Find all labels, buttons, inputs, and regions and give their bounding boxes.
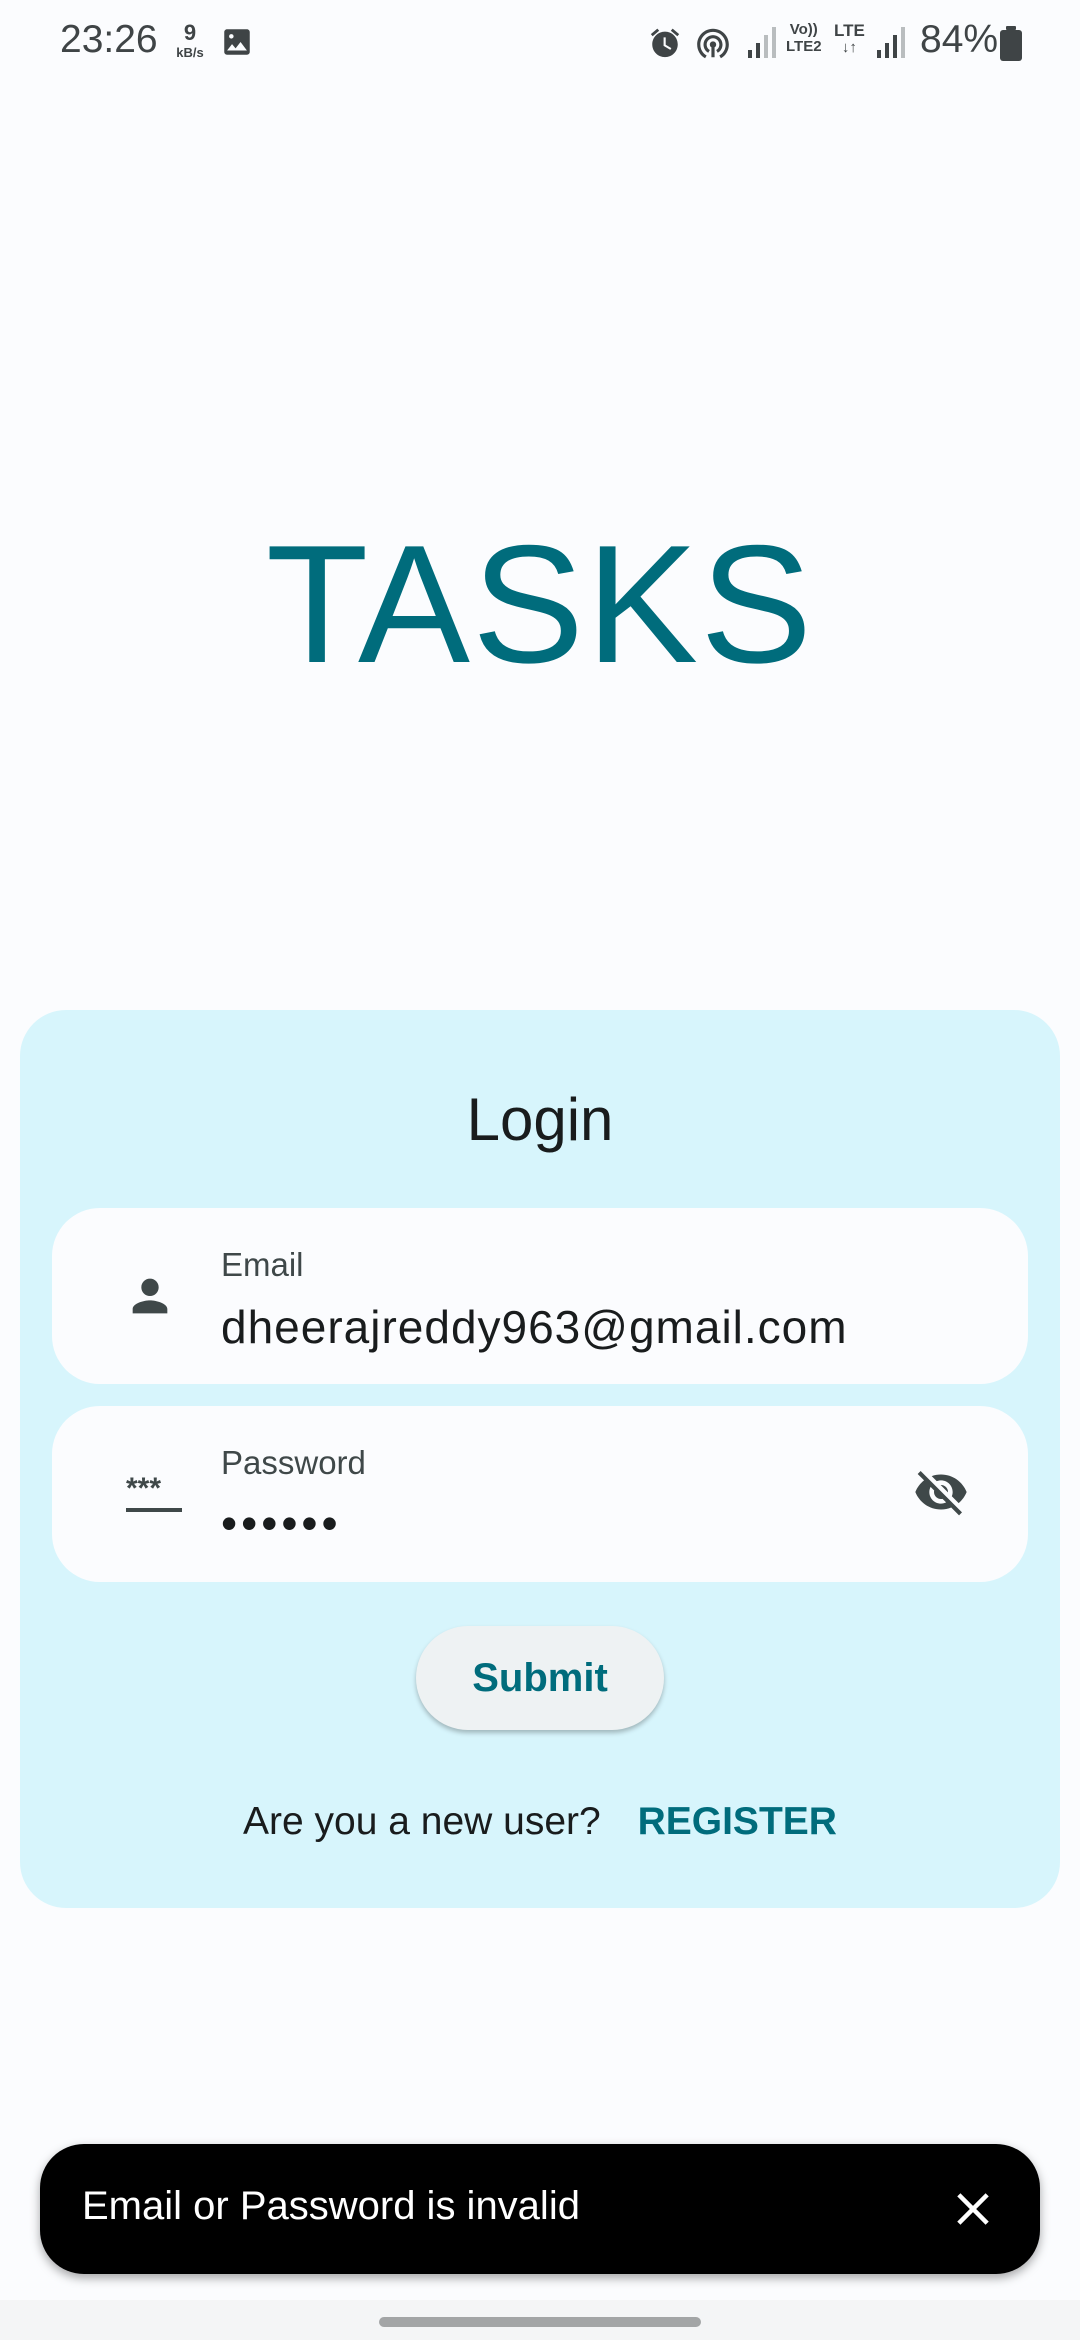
battery-icon: [999, 26, 1023, 67]
lte-bottom: ↓↑: [841, 39, 857, 56]
network-speed: 9 kB/s: [170, 20, 210, 60]
battery-percent: 84%: [920, 18, 999, 61]
login-screen: 23:26 9 kB/s Vo)) LTE2 LTE ↓↑ 84% TASKS …: [0, 0, 1080, 2340]
svg-text:***: ***: [126, 1472, 161, 1505]
email-field[interactable]: Email dheerajreddy963@gmail.com: [52, 1208, 1028, 1384]
volte-top: Vo)): [789, 21, 818, 38]
gallery-icon: [220, 25, 254, 64]
signal-icon: [746, 24, 780, 65]
submit-button[interactable]: Submit: [416, 1626, 664, 1730]
login-card: Login Email dheerajreddy963@gmail.com **…: [20, 1010, 1060, 1908]
network-speed-unit: kB/s: [176, 45, 204, 60]
close-icon[interactable]: [946, 2182, 1000, 2236]
visibility-off-icon[interactable]: [910, 1464, 980, 1524]
lte-top: LTE: [834, 21, 865, 40]
status-bar: 23:26 9 kB/s Vo)) LTE2 LTE ↓↑ 84%: [0, 0, 1080, 90]
alarm-icon: [648, 25, 682, 66]
login-title: Login: [466, 1086, 614, 1153]
lte-indicator: LTE ↓↑: [834, 22, 865, 55]
home-gesture-handle[interactable]: [379, 2317, 701, 2327]
volte-bottom: LTE2: [786, 38, 822, 55]
snackbar-message: Email or Password is invalid: [82, 2184, 580, 2228]
navigation-bar: [0, 2300, 1080, 2340]
password-icon: ***: [124, 1468, 184, 1525]
network-speed-value: 9: [183, 20, 197, 45]
password-field[interactable]: *** Password ••••••: [52, 1406, 1028, 1582]
register-row: Are you a new user? REGISTER: [20, 1800, 1060, 1844]
app-title: TASKS: [265, 510, 815, 698]
error-snackbar: Email or Password is invalid: [40, 2144, 1040, 2274]
hotspot-icon: [694, 24, 732, 67]
email-label: Email: [221, 1246, 304, 1283]
email-value[interactable]: dheerajreddy963@gmail.com: [221, 1300, 848, 1354]
password-label: Password: [221, 1444, 366, 1481]
status-time: 23:26: [60, 18, 158, 61]
password-value[interactable]: ••••••: [221, 1496, 342, 1550]
person-icon: [124, 1270, 176, 1327]
register-prompt: Are you a new user?: [243, 1800, 601, 1843]
register-link[interactable]: REGISTER: [638, 1800, 837, 1843]
volte-indicator: Vo)) LTE2: [786, 22, 822, 54]
signal-icon: [875, 24, 909, 65]
